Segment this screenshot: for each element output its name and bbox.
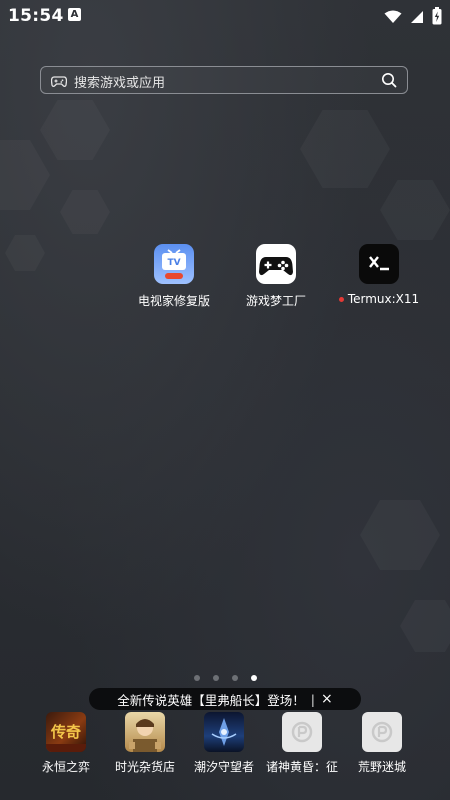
- app-label: 电视家修复版: [137, 294, 210, 308]
- promo-banner[interactable]: 全新传说英雄【里弗船长】登场！ | ×: [89, 688, 361, 710]
- status-bar: 15:54 A: [0, 0, 450, 34]
- dock-game-huangye[interactable]: 荒野迷城: [332, 712, 432, 775]
- game-dock: 传奇 永恒之弈 时光杂货店 潮汐守望者 诸神黄昏：征 荒野迷城: [0, 712, 450, 800]
- terminal-icon: [359, 244, 399, 284]
- new-badge-dot: [338, 297, 344, 302]
- svg-text:TV: TV: [167, 258, 180, 268]
- page-dot[interactable]: [193, 675, 200, 681]
- dock-label: 荒野迷城: [357, 760, 406, 774]
- notification-badge: A: [68, 8, 81, 21]
- page-dot[interactable]: [231, 675, 238, 681]
- placeholder-game-icon: [282, 712, 322, 752]
- search-bar[interactable]: 搜索游戏或应用: [40, 66, 408, 94]
- app-label: Termux:X11: [347, 292, 420, 306]
- page-indicator: [0, 675, 450, 681]
- tv-app-icon: TV: [154, 244, 194, 284]
- page-dot-active[interactable]: [250, 675, 257, 681]
- banner-separator: |: [310, 691, 315, 707]
- game-yongheng-icon: 传奇: [46, 712, 86, 752]
- close-icon[interactable]: ×: [321, 691, 333, 707]
- app-game-dream-factory[interactable]: 游戏梦工厂: [226, 244, 326, 309]
- placeholder-game-icon: [362, 712, 402, 752]
- app-label: 游戏梦工厂: [245, 294, 306, 308]
- wifi-icon: [384, 9, 402, 28]
- app-termux-x11[interactable]: Termux:X11: [329, 244, 429, 306]
- status-time: 15:54: [8, 6, 64, 26]
- app-tv-home-repair[interactable]: TV 电视家修复版: [124, 244, 224, 309]
- banner-text: 全新传说英雄【里弗船长】登场！: [117, 692, 305, 708]
- search-input[interactable]: 搜索游戏或应用: [74, 72, 165, 91]
- signal-icon: [410, 9, 424, 28]
- gamepad-app-icon: [256, 244, 296, 284]
- gamepad-icon: [50, 73, 68, 92]
- svg-text:传奇: 传奇: [50, 723, 81, 741]
- page-dot[interactable]: [212, 675, 219, 681]
- game-chaoxi-icon: [204, 712, 244, 752]
- battery-charging-icon: [432, 7, 442, 29]
- search-icon[interactable]: [381, 72, 397, 92]
- game-shiguang-icon: [125, 712, 165, 752]
